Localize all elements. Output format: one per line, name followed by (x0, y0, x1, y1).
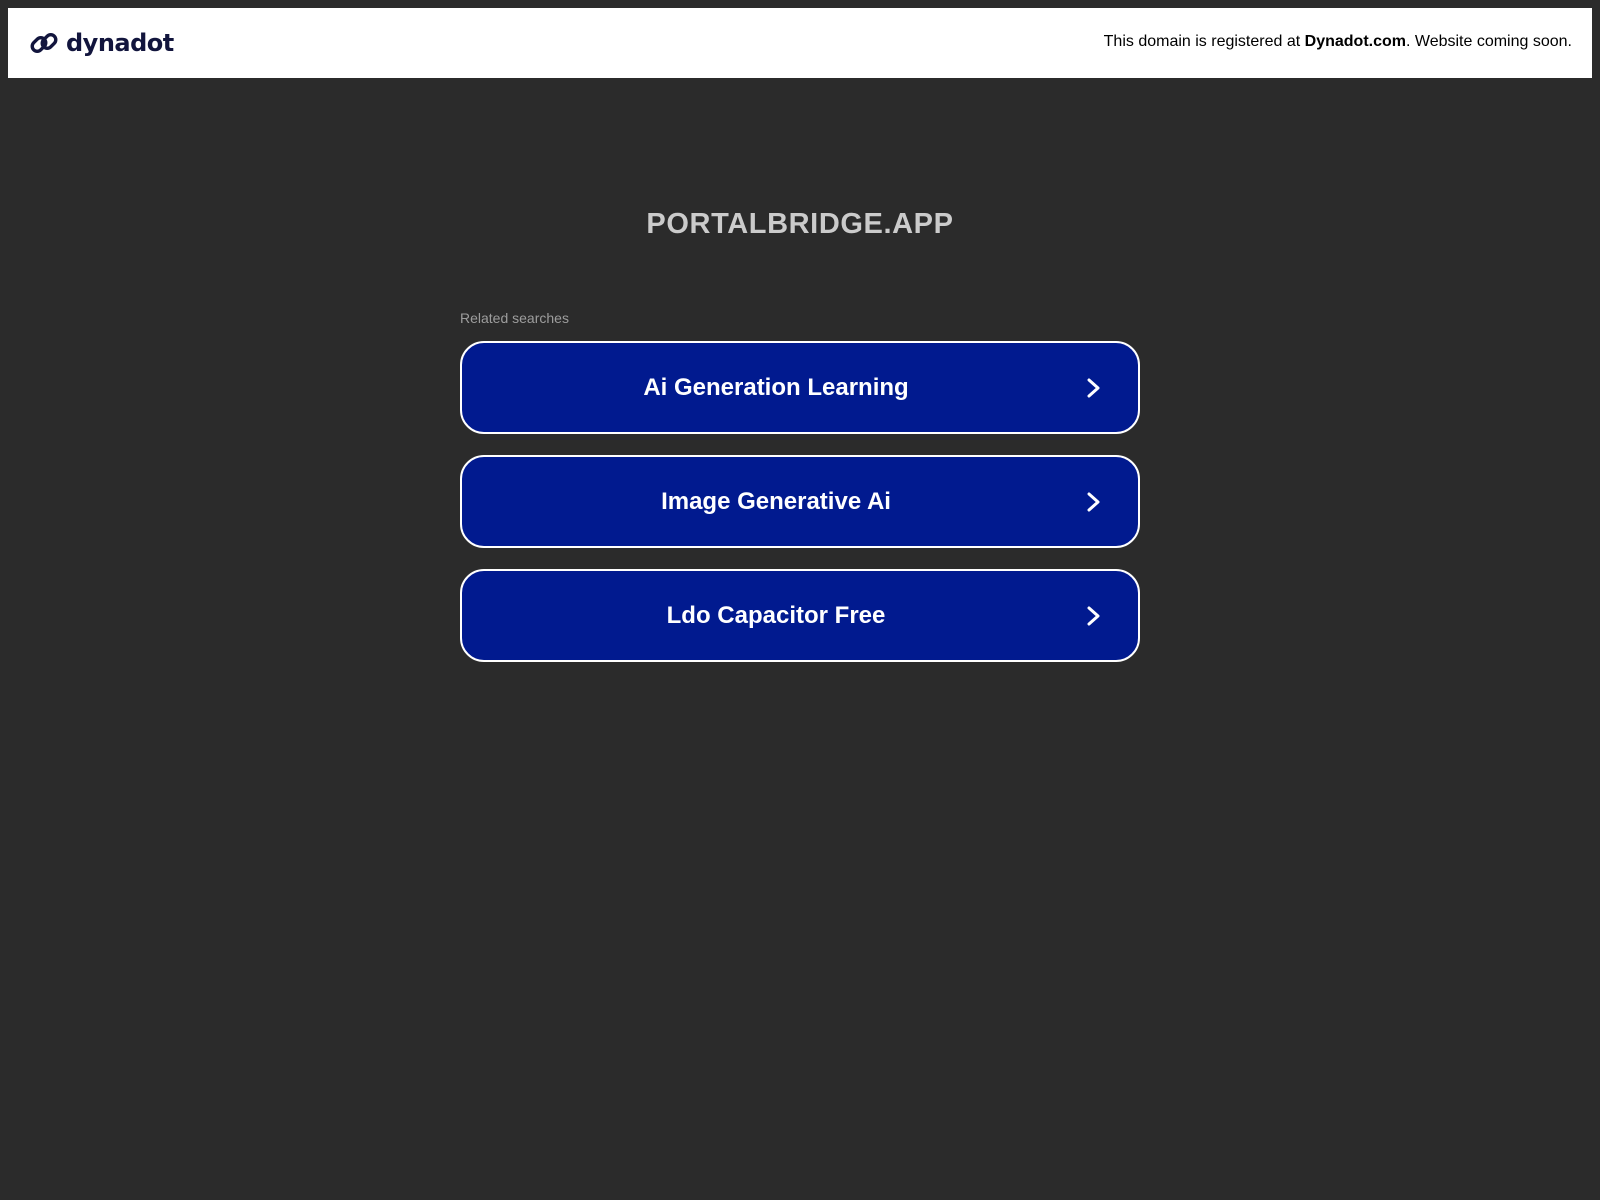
domain-title: PORTALBRIDGE.APP (646, 208, 954, 240)
related-searches: Related searches Ai Generation Learning … (460, 310, 1140, 683)
related-search-label: Image Generative Ai (661, 487, 891, 515)
top-bar: dynadot This domain is registered at Dyn… (8, 8, 1592, 78)
notice-suffix: . Website coming soon. (1405, 33, 1572, 50)
registration-notice: This domain is registered at Dynadot.com… (1104, 33, 1572, 51)
related-search-label: Ai Generation Learning (643, 373, 909, 401)
related-search-button[interactable]: Ai Generation Learning (460, 341, 1140, 434)
chain-link-icon (28, 27, 60, 59)
related-search-button[interactable]: Ldo Capacitor Free (460, 569, 1140, 662)
related-search-label: Ldo Capacitor Free (666, 601, 886, 629)
registrar-link[interactable]: Dynadot.com (1305, 33, 1406, 50)
related-search-button[interactable]: Image Generative Ai (460, 455, 1140, 548)
related-searches-label: Related searches (460, 310, 569, 326)
chevron-right-icon (1082, 604, 1104, 628)
brand-name: dynadot (66, 29, 174, 57)
chevron-right-icon (1082, 376, 1104, 400)
chevron-right-icon (1082, 490, 1104, 514)
notice-prefix: This domain is registered at (1103, 33, 1305, 50)
dynadot-logo-link[interactable]: dynadot (28, 25, 174, 61)
